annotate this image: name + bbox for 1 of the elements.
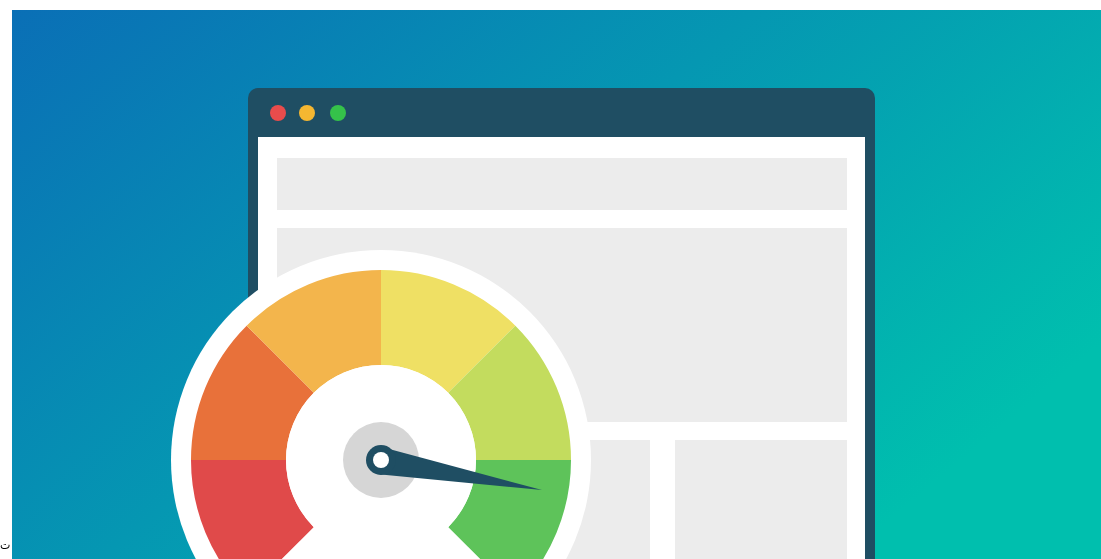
text-fragment: ت — [0, 538, 12, 554]
